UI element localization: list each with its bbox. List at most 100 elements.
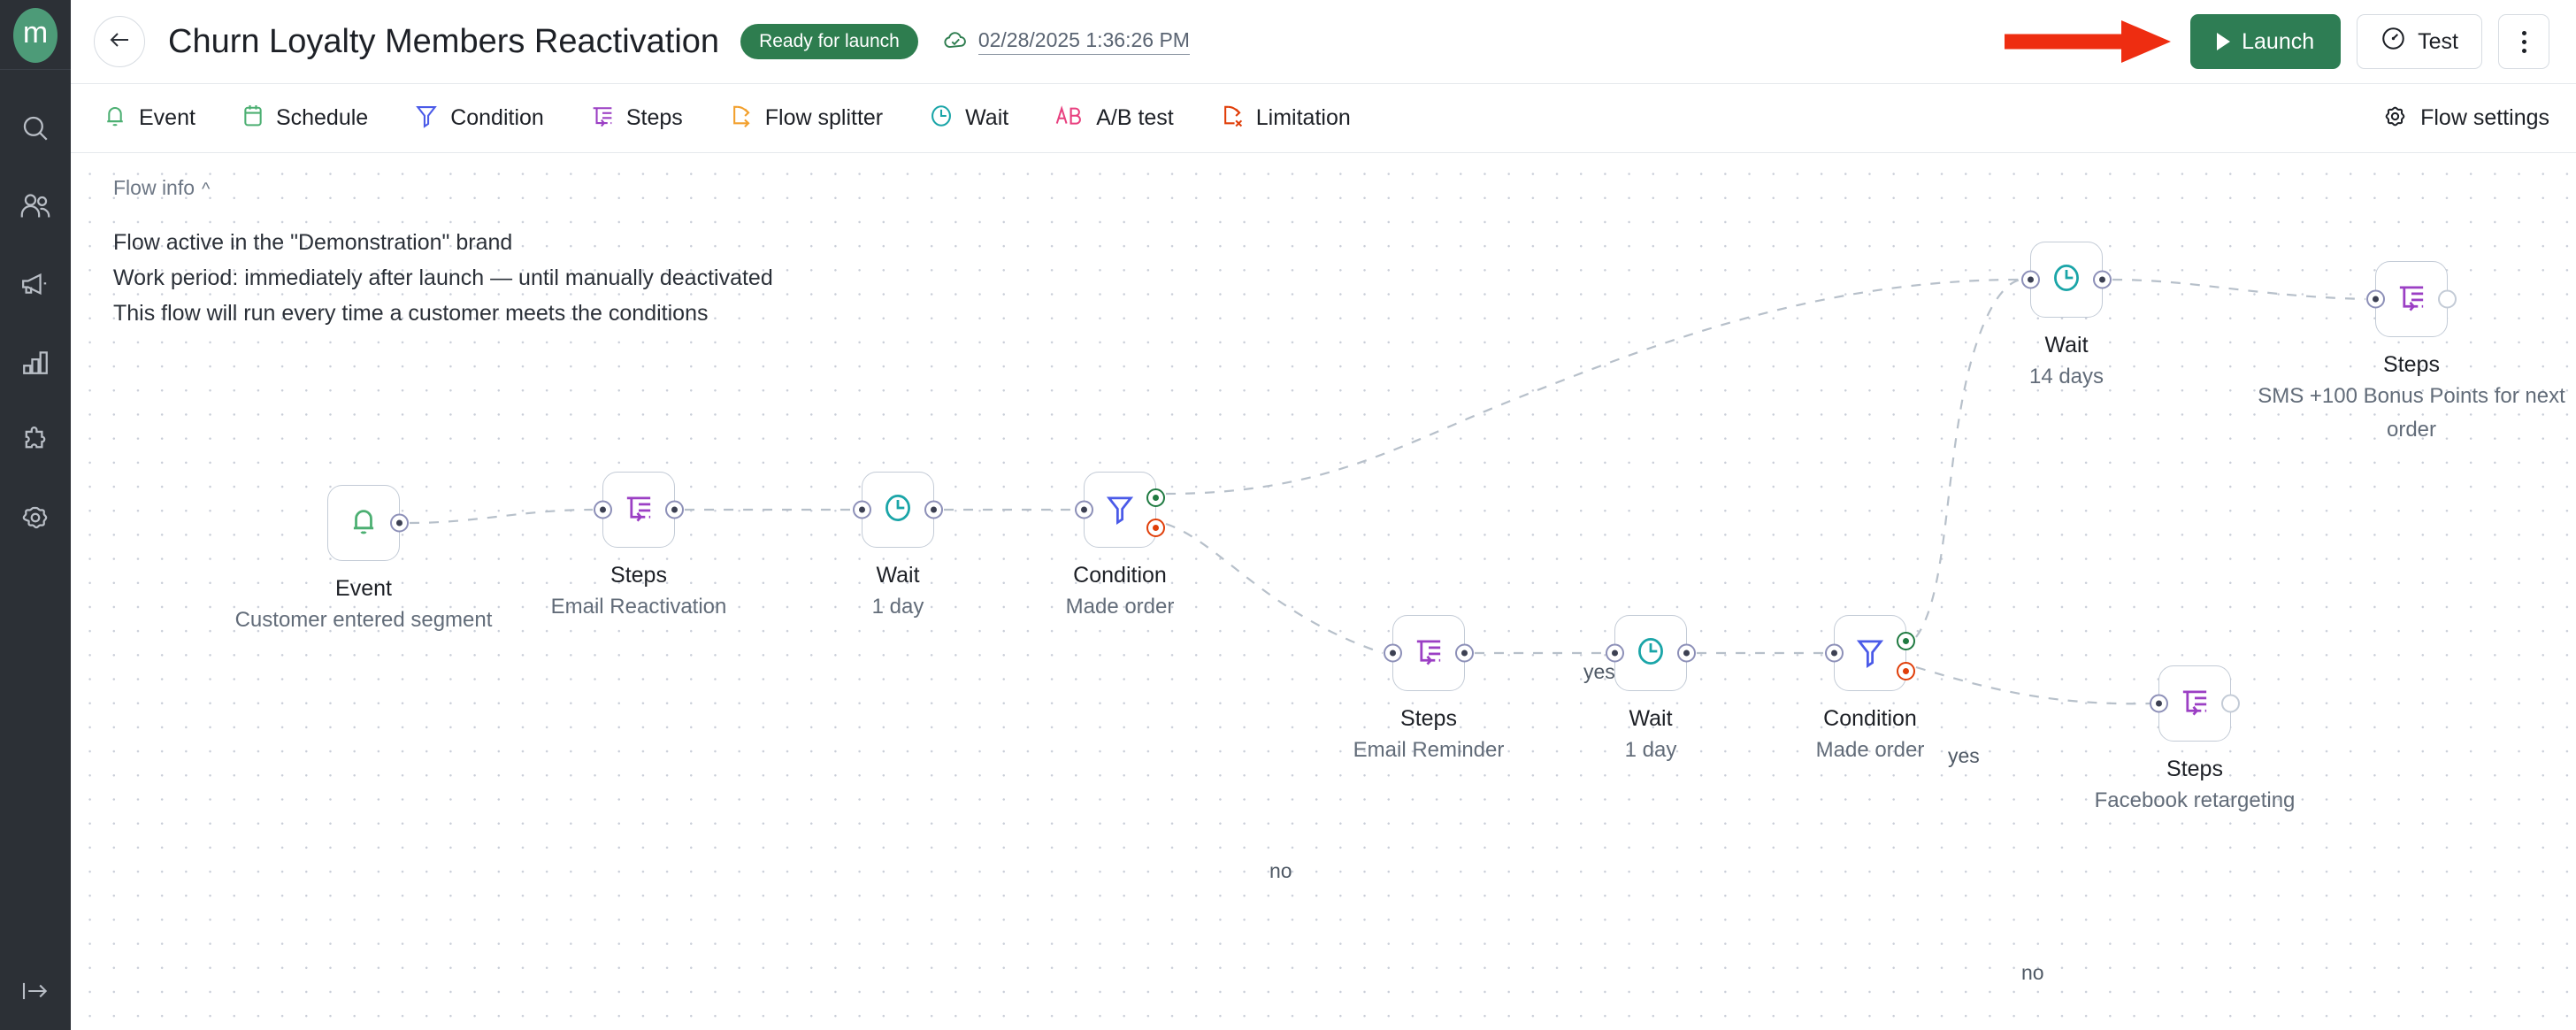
flow-canvas[interactable]: Flow info ^ Flow active in the "Demonstr… xyxy=(71,153,2576,1030)
flow-node-steps-box[interactable] xyxy=(594,472,684,548)
output-port[interactable] xyxy=(2438,289,2457,309)
node-subtitle: Made order xyxy=(1815,738,1925,762)
edge-label-no-1: no xyxy=(1269,859,1292,882)
sidebar-item-analytics[interactable] xyxy=(0,325,71,403)
app-logo-letter: m xyxy=(13,8,58,63)
node-subtitle: SMS +100 Bonus Points for next order xyxy=(2258,384,2565,442)
flow-node-condition-box[interactable] xyxy=(1825,615,1915,691)
flow-node-wait-box[interactable] xyxy=(853,472,943,548)
tool-wait-label: Wait xyxy=(965,105,1009,130)
expand-menu-button[interactable] xyxy=(0,980,71,1007)
flow-splitter-icon xyxy=(729,103,754,134)
flow-node-steps-box[interactable] xyxy=(2150,665,2240,742)
flow-node-condition-made-order-a[interactable]: Condition Made order xyxy=(1066,472,1174,619)
more-actions-button[interactable] xyxy=(2498,14,2549,69)
sidebar-item-campaigns[interactable] xyxy=(0,247,71,325)
flow-node-event[interactable]: Event Customer entered segment xyxy=(235,485,492,632)
input-port[interactable] xyxy=(1825,643,1844,663)
flow-node-condition-made-order-b[interactable]: Condition Made order xyxy=(1816,615,1924,762)
flow-node-steps-box[interactable] xyxy=(2366,261,2457,337)
node-title: Condition xyxy=(1823,706,1917,731)
node-title: Wait xyxy=(1629,706,1673,731)
output-port-yes[interactable] xyxy=(1897,632,1915,650)
edge-event-to-steps1 xyxy=(409,508,594,525)
output-port[interactable] xyxy=(924,500,943,519)
tool-ab-test[interactable]: A/B test xyxy=(1054,103,1174,134)
input-port[interactable] xyxy=(2021,270,2040,289)
flow-node-condition-box[interactable] xyxy=(1075,472,1165,548)
users-icon xyxy=(19,191,51,226)
flow-info-toggle[interactable]: Flow info ^ xyxy=(113,176,773,200)
calendar-icon xyxy=(242,103,264,134)
output-port-no[interactable] xyxy=(1897,662,1915,680)
flow-node-steps-email-reactivation[interactable]: Steps Email Reactivation xyxy=(551,472,726,619)
tool-condition[interactable]: Condition xyxy=(414,103,544,134)
bell-icon xyxy=(348,504,380,542)
output-port[interactable] xyxy=(1455,643,1474,663)
test-button[interactable]: Test xyxy=(2357,14,2482,69)
input-port[interactable] xyxy=(1075,500,1093,519)
node-title: Steps xyxy=(610,563,667,588)
last-saved-timestamp[interactable]: 02/28/2025 1:36:26 PM xyxy=(943,28,1190,56)
tool-event-label: Event xyxy=(139,105,196,130)
tool-event[interactable]: Event xyxy=(103,103,196,134)
input-port[interactable] xyxy=(853,500,871,519)
flow-node-steps-facebook-retargeting[interactable]: Steps Facebook retargeting xyxy=(2095,665,2295,812)
edge-cond1-no-to-steps2 xyxy=(1165,522,1384,655)
test-button-label: Test xyxy=(2418,28,2458,54)
tool-flow-splitter[interactable]: Flow splitter xyxy=(729,103,883,134)
input-port[interactable] xyxy=(594,500,612,519)
back-button[interactable] xyxy=(94,16,145,67)
bar-chart-icon xyxy=(20,347,50,381)
flow-node-condition-caption: Condition Made order xyxy=(1066,560,1175,624)
flow-node-event-caption: Event Customer entered segment xyxy=(235,573,493,637)
flow-node-steps-box[interactable] xyxy=(1384,615,1474,691)
steps-icon xyxy=(2179,685,2211,723)
speedometer-icon xyxy=(2380,26,2406,58)
flow-node-event-box[interactable] xyxy=(327,485,409,561)
flow-node-wait14-caption: Wait 14 days xyxy=(2029,330,2104,394)
output-port-no[interactable] xyxy=(1146,519,1165,537)
sidebar-item-integrations[interactable] xyxy=(0,403,71,480)
sidebar-item-search[interactable] xyxy=(0,91,71,169)
edge-label-yes-1: yes xyxy=(1583,660,1615,683)
sidebar-item-audience[interactable] xyxy=(0,169,71,247)
node-title: Event xyxy=(335,576,392,601)
flow-node-wait-14days[interactable]: Wait 14 days xyxy=(2021,242,2112,388)
edge-cond1-yes-to-wait14 xyxy=(1165,278,2021,496)
flow-node-wait-box[interactable] xyxy=(1606,615,1696,691)
edge-cond2-no-to-stepsfb xyxy=(1915,665,2150,705)
edge-label-no-2: no xyxy=(2021,961,2044,984)
clock-icon xyxy=(1635,634,1667,673)
tool-schedule[interactable]: Schedule xyxy=(242,103,368,134)
flow-settings-button[interactable]: Flow settings xyxy=(2382,104,2549,134)
flow-node-wait-box[interactable] xyxy=(2021,242,2112,318)
output-port[interactable] xyxy=(390,513,409,533)
output-port[interactable] xyxy=(2221,694,2240,713)
tool-steps[interactable]: Steps xyxy=(590,103,683,134)
input-port[interactable] xyxy=(2366,289,2385,309)
node-subtitle: Email Reminder xyxy=(1353,738,1505,762)
output-port[interactable] xyxy=(2093,270,2112,289)
expand-arrow-icon xyxy=(20,980,50,1007)
output-port[interactable] xyxy=(665,500,684,519)
app-logo[interactable]: m xyxy=(12,7,58,64)
output-port-yes[interactable] xyxy=(1146,488,1165,507)
tool-limitation[interactable]: Limitation xyxy=(1220,103,1351,134)
app-root: m Churn Loyalty Members Reactivation Rea… xyxy=(0,0,2576,1030)
launch-button[interactable]: Launch xyxy=(2190,14,2342,69)
sidebar-item-settings[interactable] xyxy=(0,480,71,558)
flow-node-steps-email-reminder[interactable]: Steps Email Reminder xyxy=(1353,615,1504,762)
input-port[interactable] xyxy=(2150,694,2168,713)
flow-node-wait2-caption: Wait 1 day xyxy=(1625,703,1677,767)
tool-wait[interactable]: Wait xyxy=(929,103,1008,134)
node-subtitle: 14 days xyxy=(2028,365,2104,388)
flow-node-wait-1day-b[interactable]: Wait 1 day xyxy=(1606,615,1696,762)
output-port[interactable] xyxy=(1677,643,1696,663)
input-port[interactable] xyxy=(1384,643,1402,663)
chevron-up-icon: ^ xyxy=(202,180,211,199)
clock-icon xyxy=(929,103,954,134)
flow-node-steps-sms-bonus[interactable]: Steps SMS +100 Bonus Points for next ord… xyxy=(2258,261,2565,442)
flow-node-wait-1day-a[interactable]: Wait 1 day xyxy=(853,472,943,619)
arrow-left-icon xyxy=(108,30,131,54)
